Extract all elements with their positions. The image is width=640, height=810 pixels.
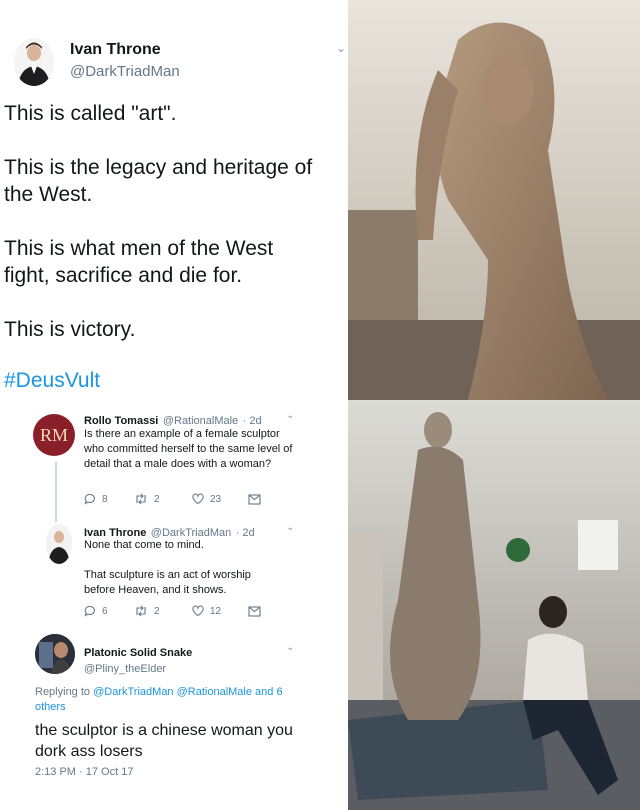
tweet-column: Ivan Throne @DarkTriadMan ⌄ This is call… xyxy=(0,0,348,810)
like-count: 23 xyxy=(210,493,222,505)
author-name[interactable]: Platonic Solid Snake xyxy=(84,647,192,659)
tweet-paragraph: This is what men of the West fight, sacr… xyxy=(4,237,274,287)
avatar[interactable] xyxy=(46,524,72,564)
dm-button[interactable] xyxy=(248,493,261,505)
author-handle[interactable]: @DarkTriadMan xyxy=(70,63,180,80)
tweet-paragraph: This is victory. xyxy=(4,318,136,341)
tweet-text: Is there an example of a female sculptor… xyxy=(84,428,293,470)
tweet-body: This is called "art". This is the legacy… xyxy=(4,100,342,370)
replying-users-link[interactable]: @DarkTriadMan @RationalMale xyxy=(93,686,252,698)
tweet-actions: 6 2 12 xyxy=(84,605,261,617)
replying-prefix: Replying to xyxy=(35,686,91,698)
reply-icon xyxy=(84,605,95,617)
like-button[interactable]: 12 xyxy=(192,605,248,617)
avatar-portrait xyxy=(46,524,72,564)
chevron-down-icon[interactable]: ⌄ xyxy=(336,41,346,55)
avatar[interactable] xyxy=(35,634,75,674)
reply-button[interactable]: 6 xyxy=(84,605,134,617)
avatar-portrait xyxy=(35,634,75,674)
chevron-down-icon[interactable]: ⌄ xyxy=(286,410,294,421)
chevron-down-icon[interactable]: ⌄ xyxy=(286,522,294,533)
author-handle[interactable]: @Pliny_theElder xyxy=(84,663,166,675)
retweet-count: 2 xyxy=(154,605,160,617)
chevron-down-icon[interactable]: ⌄ xyxy=(286,642,294,653)
avatar-portrait xyxy=(14,38,54,86)
replying-to: Replying to @DarkTriadMan @RationalMale … xyxy=(35,685,315,715)
mail-icon xyxy=(248,605,261,617)
reply-count: 6 xyxy=(102,605,108,617)
heart-icon xyxy=(192,493,204,505)
avatar[interactable]: RM xyxy=(33,414,75,456)
heart-icon xyxy=(192,605,204,617)
thread-connector xyxy=(55,462,57,522)
sculpture-photo-bottom[interactable] xyxy=(348,400,640,810)
tweet-text: None that come to mind. xyxy=(84,539,204,551)
avatar[interactable] xyxy=(14,38,54,86)
hashtag-link[interactable]: #DeusVult xyxy=(4,369,100,393)
dm-button[interactable] xyxy=(248,605,261,617)
author-name[interactable]: Rollo Tomassi xyxy=(84,415,158,427)
author-handle[interactable]: @RationalMale xyxy=(163,415,238,427)
retweet-button[interactable]: 2 xyxy=(134,605,192,617)
tweet-handle-row: @Pliny_theElder xyxy=(84,659,166,677)
retweet-count: 2 xyxy=(154,493,160,505)
retweet-icon xyxy=(136,605,146,617)
author-name[interactable]: Ivan Throne xyxy=(70,41,161,59)
like-count: 12 xyxy=(210,605,222,617)
reply-count: 8 xyxy=(102,493,108,505)
sculpture-photo-top[interactable] xyxy=(348,0,640,400)
reply-icon xyxy=(84,493,95,505)
like-button[interactable]: 23 xyxy=(192,493,248,505)
tweet-text: That sculpture is an act of worship befo… xyxy=(84,569,251,596)
tweet-actions: 8 2 23 xyxy=(84,493,261,505)
tweet-timestamp[interactable]: 2:13 PM · 17 Oct 17 xyxy=(35,766,133,778)
retweet-button[interactable]: 2 xyxy=(134,493,192,505)
tweet-paragraph: This is called "art". xyxy=(4,102,177,125)
mail-icon xyxy=(248,493,261,505)
tweet-age: · 2d xyxy=(242,415,262,427)
photo-column xyxy=(348,0,640,810)
tweet-paragraph: This is the legacy and heritage of the W… xyxy=(4,156,313,206)
reply-button[interactable]: 8 xyxy=(84,493,134,505)
retweet-icon xyxy=(136,493,146,505)
tweet-text: the sculptor is a chinese woman you dork… xyxy=(35,722,293,760)
